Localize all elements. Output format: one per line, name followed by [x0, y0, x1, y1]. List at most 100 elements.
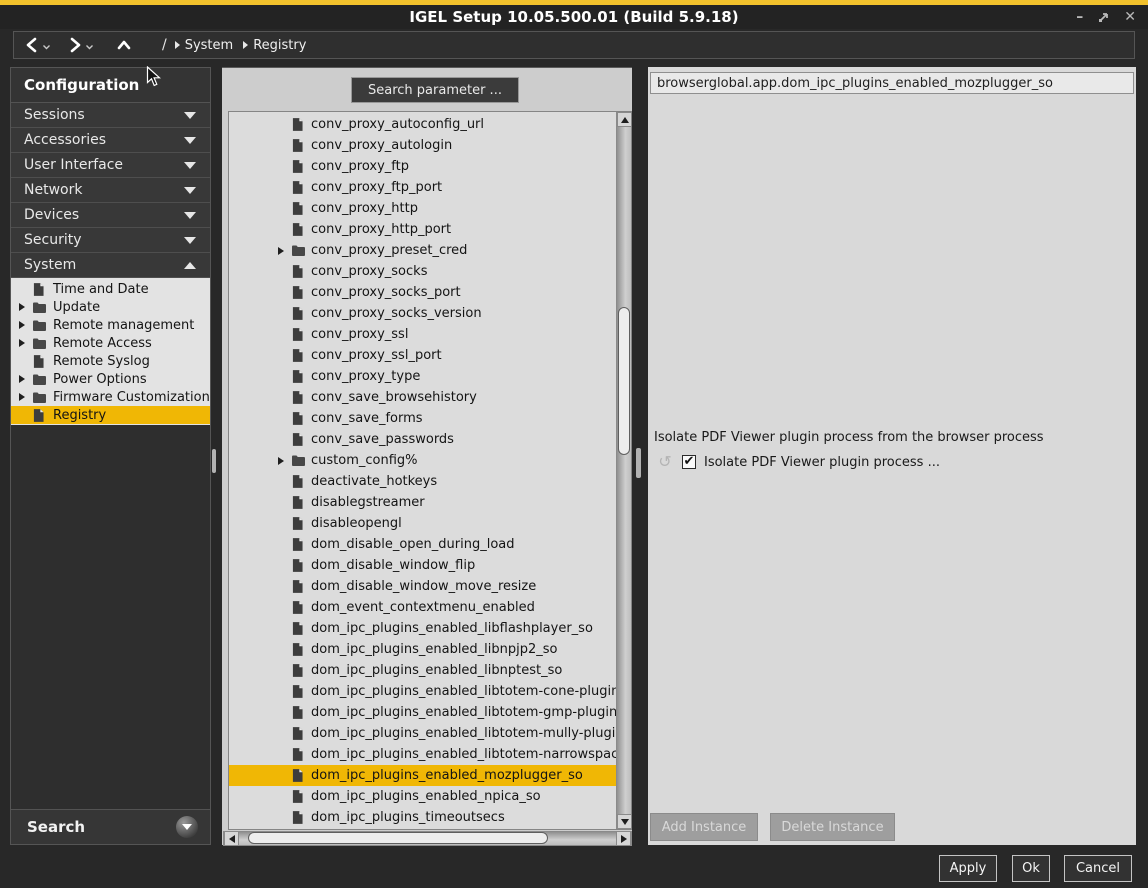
registry-item[interactable]: dom_ipc_plugins_enabled_libnpjp2_so	[229, 639, 616, 660]
registry-item[interactable]: dom_disable_open_during_load	[229, 534, 616, 555]
expander[interactable]	[278, 499, 292, 507]
registry-item[interactable]: dom_ipc_plugins_enabled_libflashplayer_s…	[229, 618, 616, 639]
expander[interactable]	[19, 375, 33, 383]
tree-item[interactable]: Firmware Customization	[11, 388, 210, 406]
sidebar-section[interactable]: Security	[11, 228, 210, 253]
sidebar-section[interactable]: User Interface	[11, 153, 210, 178]
registry-item[interactable]: conv_proxy_ssl	[229, 324, 616, 345]
expander[interactable]	[278, 667, 292, 675]
tree-item[interactable]: Remote management	[11, 316, 210, 334]
parameter-path-field[interactable]	[650, 72, 1134, 94]
expander[interactable]	[19, 357, 33, 365]
expander[interactable]	[278, 331, 292, 339]
reset-to-default-icon[interactable]: ↺	[657, 454, 673, 470]
cancel-button[interactable]: Cancel	[1064, 855, 1132, 882]
add-instance-button[interactable]: Add Instance	[650, 813, 758, 841]
titlebar[interactable]: IGEL Setup 10.05.500.01 (Build 5.9.18)	[0, 5, 1148, 29]
scroll-down-button[interactable]	[617, 814, 632, 829]
registry-item[interactable]: disablegstreamer	[229, 492, 616, 513]
registry-item[interactable]: dom_disable_window_move_resize	[229, 576, 616, 597]
registry-item[interactable]: dom_ipc_plugins_enabled_libtotem-mully-p…	[229, 723, 616, 744]
scroll-left-button[interactable]	[224, 831, 239, 846]
expander[interactable]	[278, 730, 292, 738]
expander[interactable]	[278, 814, 292, 822]
registry-item[interactable]: conv_proxy_type	[229, 366, 616, 387]
registry-item[interactable]: conv_save_passwords	[229, 429, 616, 450]
expander[interactable]	[19, 339, 33, 347]
registry-item[interactable]: conv_proxy_socks_port	[229, 282, 616, 303]
expander[interactable]	[19, 411, 33, 419]
minimize-button[interactable]: –	[1076, 10, 1083, 24]
expander[interactable]	[278, 541, 292, 549]
expander[interactable]	[278, 520, 292, 528]
search-parameter-button[interactable]: Search parameter ...	[351, 77, 519, 103]
expander[interactable]	[19, 321, 33, 329]
registry-item[interactable]: conv_proxy_ftp	[229, 156, 616, 177]
expander[interactable]	[278, 457, 292, 465]
registry-item[interactable]: conv_proxy_http	[229, 198, 616, 219]
registry-item[interactable]: conv_proxy_ssl_port	[229, 345, 616, 366]
tree-item[interactable]: Registry	[11, 406, 210, 424]
tree-item[interactable]: Update	[11, 298, 210, 316]
sidebar-section[interactable]: System	[11, 253, 210, 278]
delete-instance-button[interactable]: Delete Instance	[770, 813, 895, 841]
expander[interactable]	[278, 394, 292, 402]
registry-item[interactable]: dom_ipc_plugins_enabled_libtotem-cone-pl…	[229, 681, 616, 702]
expander[interactable]	[278, 226, 292, 234]
registry-item[interactable]: disableopengl	[229, 513, 616, 534]
expander[interactable]	[278, 688, 292, 696]
registry-item[interactable]: custom_config%	[229, 450, 616, 471]
close-button[interactable]: ✕	[1124, 10, 1136, 24]
expander[interactable]	[278, 184, 292, 192]
tree-item[interactable]: Remote Access	[11, 334, 210, 352]
tree-item[interactable]: Remote Syslog	[11, 352, 210, 370]
scroll-up-button[interactable]	[617, 112, 632, 127]
expander[interactable]	[278, 205, 292, 213]
sidebar-section[interactable]: Accessories	[11, 128, 210, 153]
registry-item[interactable]: conv_save_browsehistory	[229, 387, 616, 408]
up-level-button[interactable]	[116, 38, 132, 52]
expander[interactable]	[278, 373, 292, 381]
expander[interactable]	[278, 142, 292, 150]
sidebar-section[interactable]: Sessions	[11, 103, 210, 128]
registry-item[interactable]: conv_save_forms	[229, 408, 616, 429]
expander[interactable]	[278, 793, 292, 801]
registry-item[interactable]: dom_event_contextmenu_enabled	[229, 597, 616, 618]
expander[interactable]	[278, 478, 292, 486]
expander[interactable]	[278, 310, 292, 318]
expander[interactable]	[19, 303, 33, 311]
registry-item[interactable]: dom_ipc_plugins_enabled_libnptest_so	[229, 660, 616, 681]
breadcrumb-item[interactable]: System	[175, 38, 233, 53]
expander[interactable]	[19, 393, 33, 401]
registry-item[interactable]: conv_proxy_autologin	[229, 135, 616, 156]
registry-item[interactable]: conv_proxy_preset_cred	[229, 240, 616, 261]
expander[interactable]	[278, 415, 292, 423]
expander[interactable]	[278, 289, 292, 297]
registry-item[interactable]: dom_ipc_plugins_enabled_npica_so	[229, 786, 616, 807]
expander[interactable]	[278, 604, 292, 612]
registry-item[interactable]: dom_disable_window_flip	[229, 555, 616, 576]
registry-item[interactable]: conv_proxy_socks	[229, 261, 616, 282]
forward-button[interactable]	[67, 37, 83, 53]
expander[interactable]	[278, 751, 292, 759]
registry-item[interactable]: dom_ipc_plugins_timeoutsecs	[229, 807, 616, 828]
expander[interactable]	[19, 285, 33, 293]
registry-item[interactable]: dom_ipc_plugins_enabled_libtotem-narrows…	[229, 744, 616, 765]
registry-item[interactable]: dom_ipc_plugins_enabled_libtotem-gmp-plu…	[229, 702, 616, 723]
restore-button[interactable]	[1097, 11, 1110, 24]
breadcrumb-item[interactable]: Registry	[243, 38, 306, 53]
forward-history-dropdown[interactable]	[85, 36, 94, 55]
sidebar-section[interactable]: Network	[11, 178, 210, 203]
expander[interactable]	[278, 352, 292, 360]
expander[interactable]	[278, 436, 292, 444]
sidebar-search-section[interactable]: Search	[11, 809, 210, 844]
expander[interactable]	[278, 772, 292, 780]
tree-item[interactable]: Power Options	[11, 370, 210, 388]
panel-splitter-handle[interactable]	[636, 448, 641, 478]
expander[interactable]	[278, 562, 292, 570]
expander[interactable]	[278, 709, 292, 717]
registry-item[interactable]: dom_ipc_plugins_enabled_mozplugger_so	[229, 765, 616, 786]
horizontal-scrollbar-thumb[interactable]	[248, 832, 548, 844]
breadcrumb-root[interactable]: /	[162, 37, 167, 53]
apply-button[interactable]: Apply	[939, 855, 997, 882]
